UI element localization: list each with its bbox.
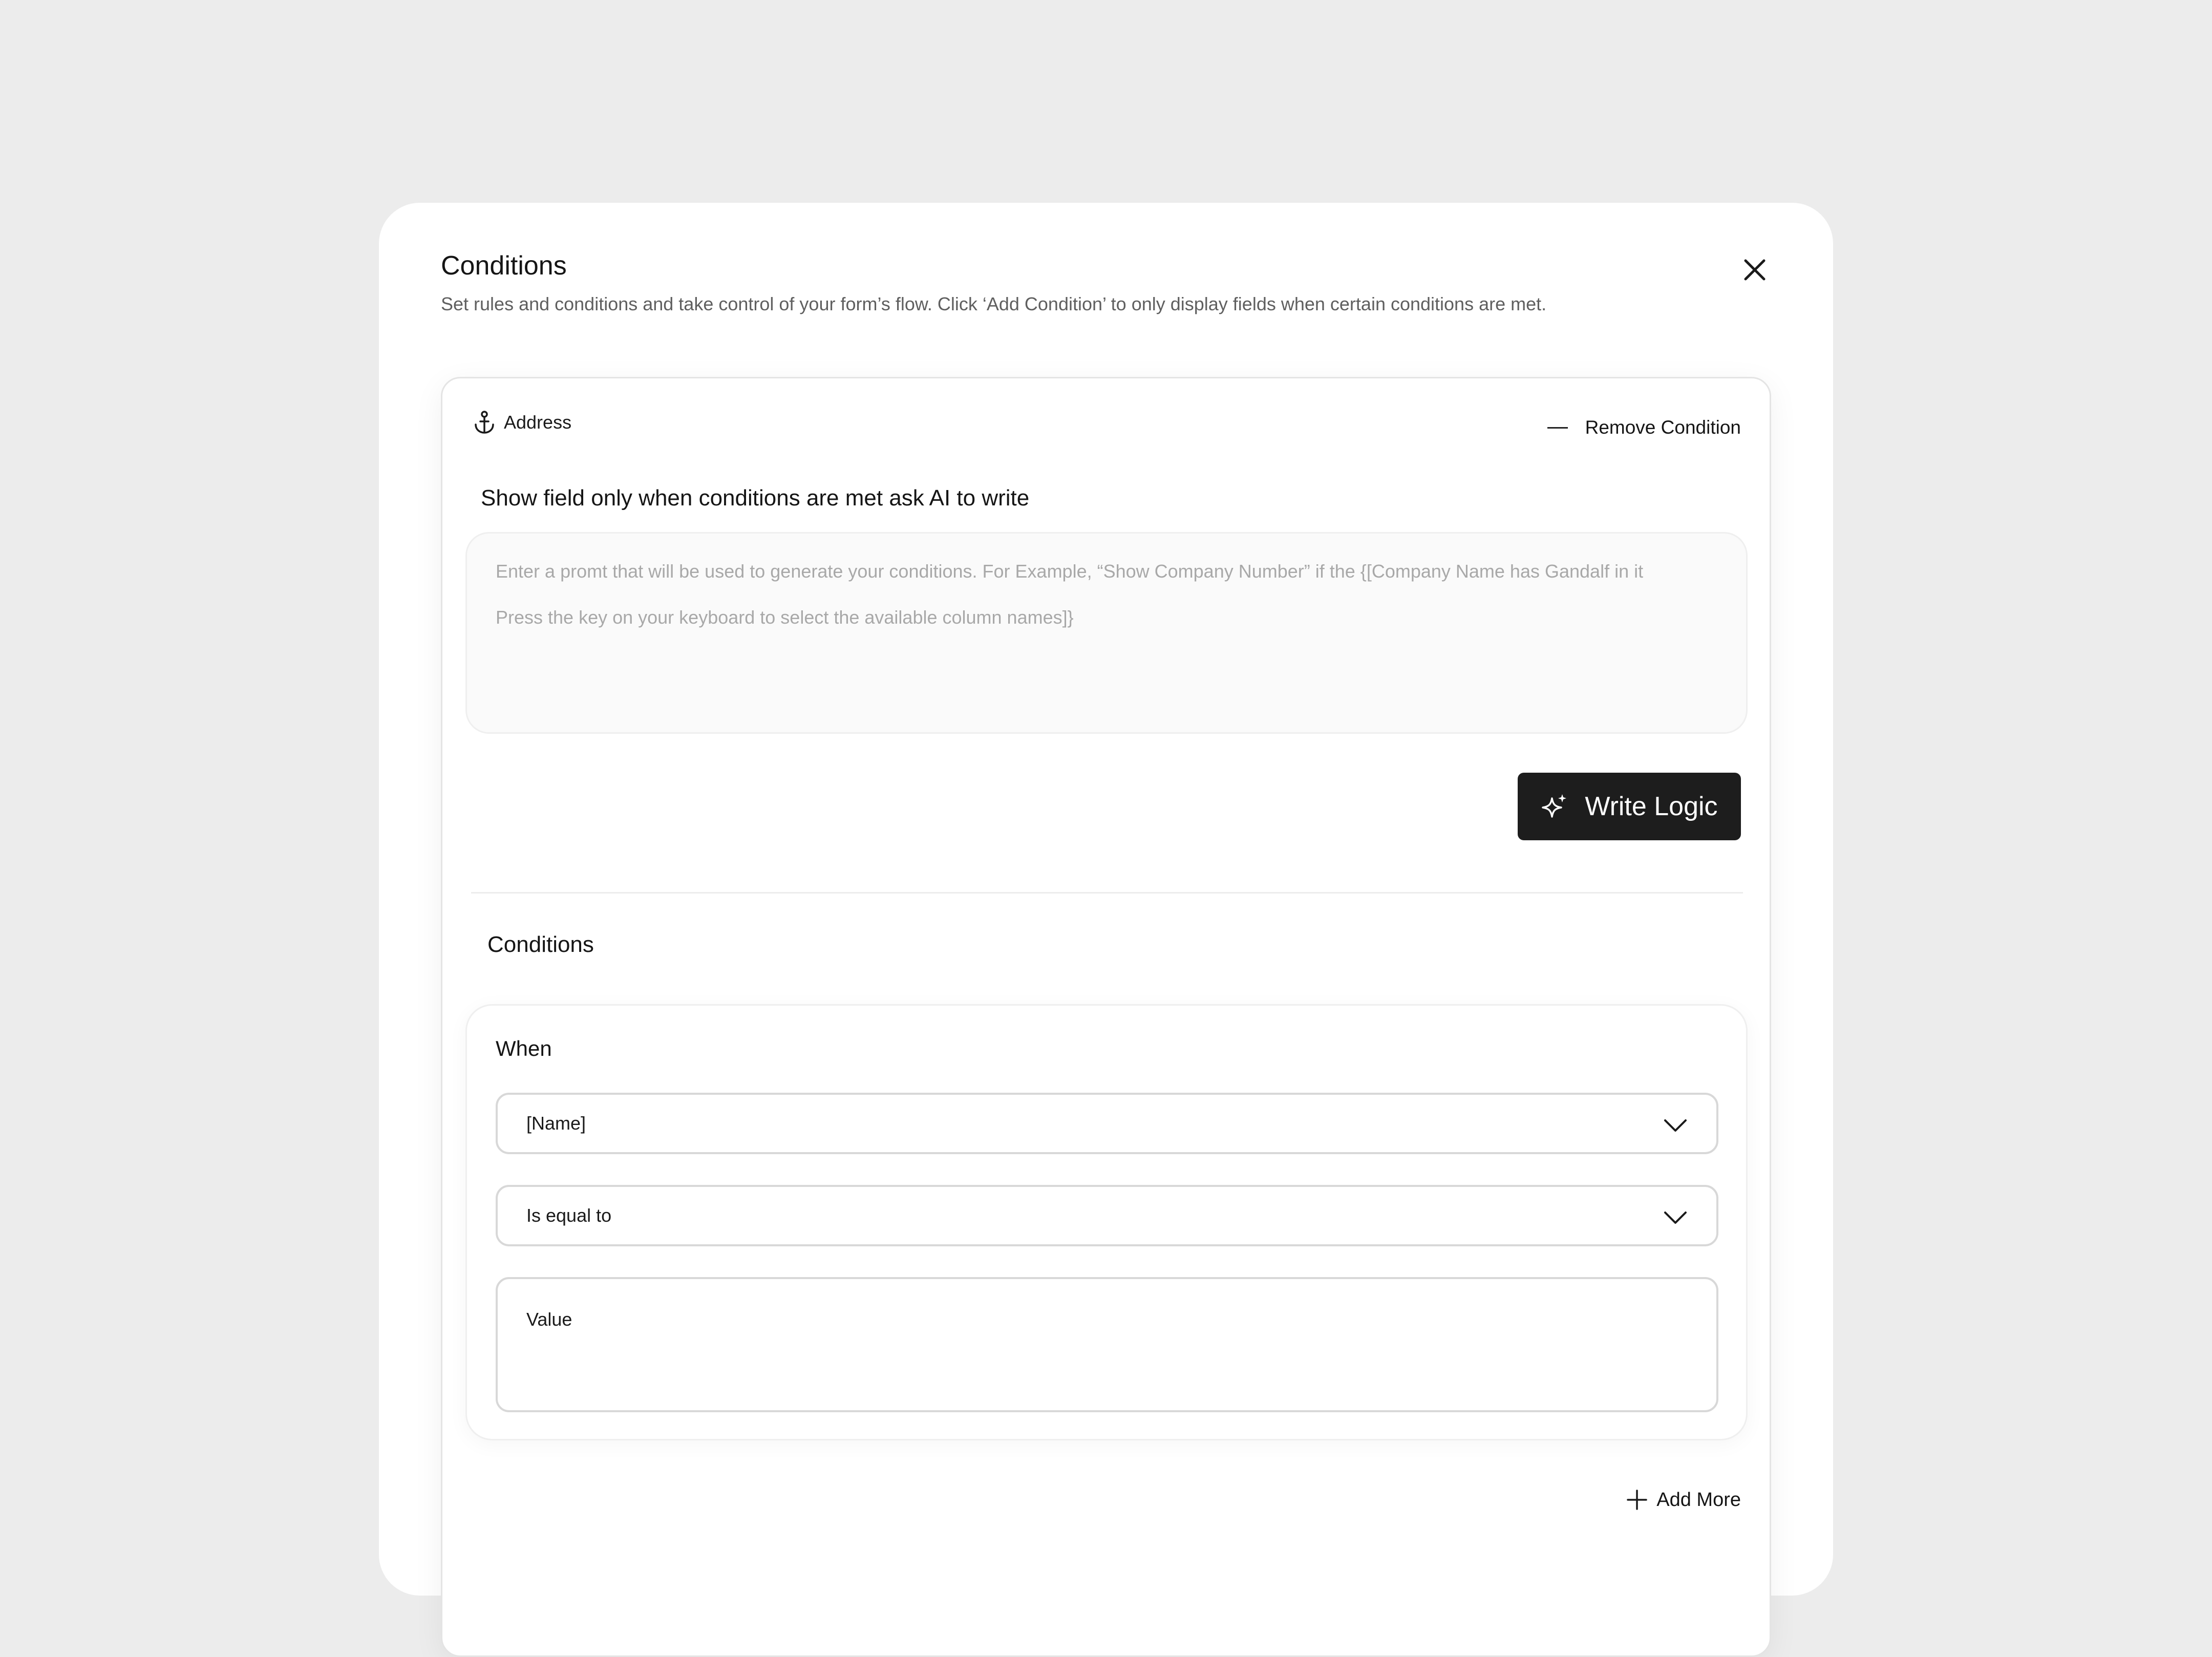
write-logic-label: Write Logic [1585,792,1718,821]
conditions-heading: Conditions [487,932,594,957]
field-tag: Address [473,408,571,437]
remove-condition-label: Remove Condition [1585,417,1741,438]
chevron-down-icon [1664,1119,1687,1132]
operator-select-value: Is equal to [526,1205,612,1226]
ai-prompt-input[interactable]: Enter a promt that will be used to gener… [465,532,1748,734]
conditions-dialog: Conditions Set rules and conditions and … [379,203,1833,1657]
ai-prompt-heading: Show field only when conditions are met … [481,485,1030,511]
minus-icon [1547,427,1568,429]
field-select[interactable]: [Name] [496,1093,1718,1154]
value-input[interactable]: Value [496,1277,1718,1412]
add-more-label: Add More [1656,1489,1741,1511]
field-name: Address [504,412,572,433]
anchor-icon [475,411,494,434]
operator-select[interactable]: Is equal to [496,1185,1718,1246]
plus-icon [1627,1490,1647,1510]
close-button[interactable] [1738,253,1771,286]
sparkle-icon [1542,794,1567,818]
condition-card: Address Remove Condition Show field only… [441,377,1771,1657]
dialog-title: Conditions [441,251,567,281]
section-divider [471,892,1743,894]
write-logic-button[interactable]: Write Logic [1518,773,1741,840]
prompt-placeholder-line-2: Press the key on your keyboard to select… [496,607,1074,628]
dialog-subtitle: Set rules and conditions and take contro… [441,293,1547,314]
condition-rule: When [Name] Is equal to Value [465,1004,1748,1440]
when-label: When [496,1036,552,1060]
add-more-button[interactable]: Add More [1626,1485,1741,1514]
prompt-placeholder-line-1: Enter a promt that will be used to gener… [496,561,1644,582]
remove-condition-button[interactable]: Remove Condition [1547,413,1741,442]
close-icon [1744,259,1766,281]
chevron-down-icon [1664,1212,1687,1224]
value-placeholder: Value [526,1309,572,1330]
field-select-value: [Name] [526,1113,586,1134]
